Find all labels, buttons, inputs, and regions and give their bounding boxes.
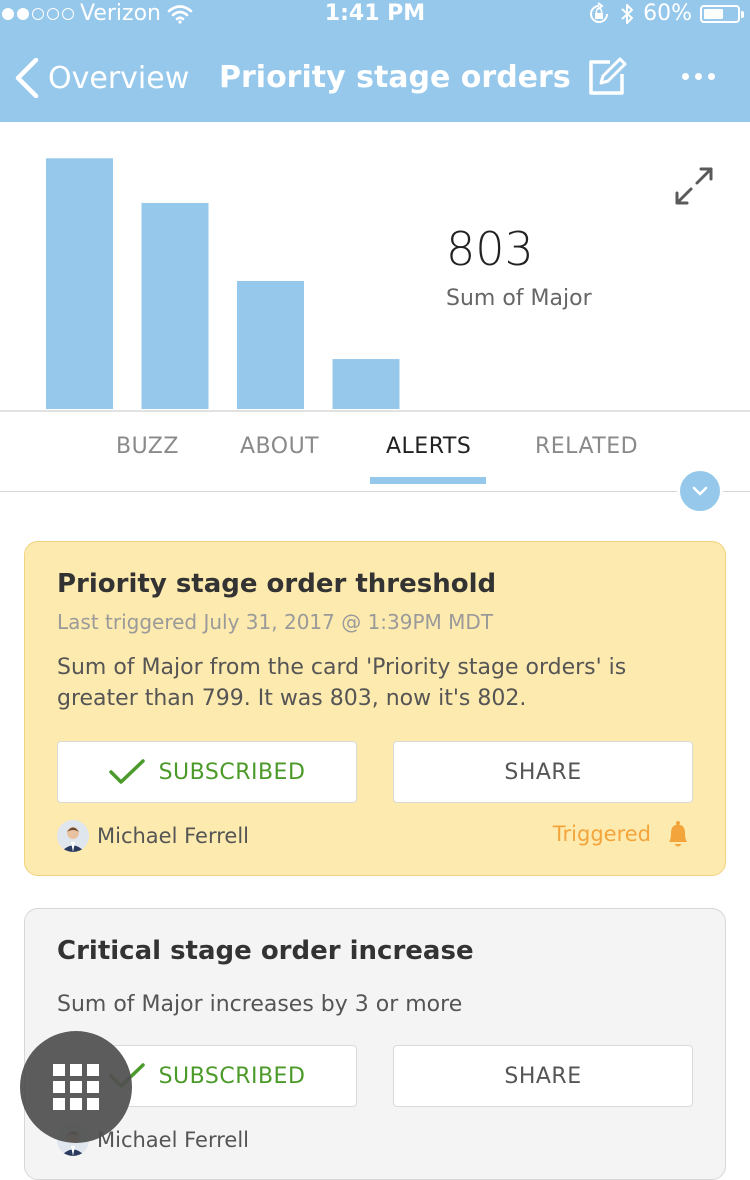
alert-title: Critical stage order increase [57,936,474,966]
share-button[interactable]: SHARE [393,741,693,803]
chevron-left-icon [15,58,39,98]
share-label: SHARE [504,759,582,785]
chart-bar[interactable] [237,281,304,409]
edit-button[interactable] [586,56,628,98]
subscribed-button[interactable]: SUBSCRIBED [57,741,357,803]
battery-percent: 60% [643,1,692,26]
nav-bar: Overview Priority stage orders [0,40,750,116]
subscribed-label: SUBSCRIBED [158,759,306,785]
app-header: Verizon 1:41 PM 60% Overview Priority st… [0,0,750,122]
alert-owner[interactable]: Michael Ferrell [57,820,249,852]
expand-icon [675,167,713,205]
alert-card[interactable]: Critical stage order increase Sum of Maj… [24,908,726,1180]
bell-icon [669,821,687,847]
status-right: 60% [587,1,744,26]
tab-alerts[interactable]: ALERTS [386,434,471,459]
more-options-button[interactable] [682,66,722,86]
share-button[interactable]: SHARE [393,1045,693,1107]
grid-icon [53,1064,99,1110]
status-label: Triggered [552,822,651,846]
status-bar: Verizon 1:41 PM 60% [0,0,750,30]
chevron-down-icon [692,486,708,496]
chart-bar[interactable] [332,359,400,409]
checkmark-icon [108,759,145,784]
battery-level [704,8,724,19]
chart-bar[interactable] [46,158,113,409]
active-tab-indicator [370,477,486,484]
bar-chart [46,158,400,409]
more-icon [682,72,689,80]
alert-last-triggered: Last triggered July 31, 2017 @ 1:39PM MD… [57,610,494,634]
tab-buzz[interactable]: BUZZ [116,434,179,459]
subscribed-label: SUBSCRIBED [158,1063,306,1089]
kpi-value: 803 [446,222,534,276]
chart-bar[interactable] [141,202,209,409]
alert-title: Priority stage order threshold [57,569,497,599]
alert-description: Sum of Major increases by 3 or more [57,992,463,1017]
expand-button[interactable] [674,166,714,206]
avatar [57,820,89,852]
collapse-button[interactable] [677,468,723,514]
battery-icon [700,4,744,23]
chart-card: 803 Sum of Major [0,122,750,412]
owner-name: Michael Ferrell [97,824,249,848]
tab-bar: BUZZ ABOUT ALERTS RELATED [0,410,750,492]
tab-related[interactable]: RELATED [535,434,638,459]
back-button[interactable]: Overview [14,58,189,98]
rotation-lock-icon [590,1,609,23]
bluetooth-icon [621,3,634,24]
page-title: Priority stage orders [219,60,571,95]
alert-card[interactable]: Priority stage order threshold Last trig… [24,541,726,876]
kpi-label: Sum of Major [446,286,592,311]
share-label: SHARE [504,1063,582,1089]
tab-about[interactable]: ABOUT [240,434,319,459]
owner-name: Michael Ferrell [97,1128,249,1152]
edit-icon [589,57,627,95]
app-grid-button[interactable] [20,1031,132,1143]
alert-description: Sum of Major from the card 'Priority sta… [57,655,627,711]
alert-status: Triggered [553,820,691,848]
back-label: Overview [48,60,190,96]
